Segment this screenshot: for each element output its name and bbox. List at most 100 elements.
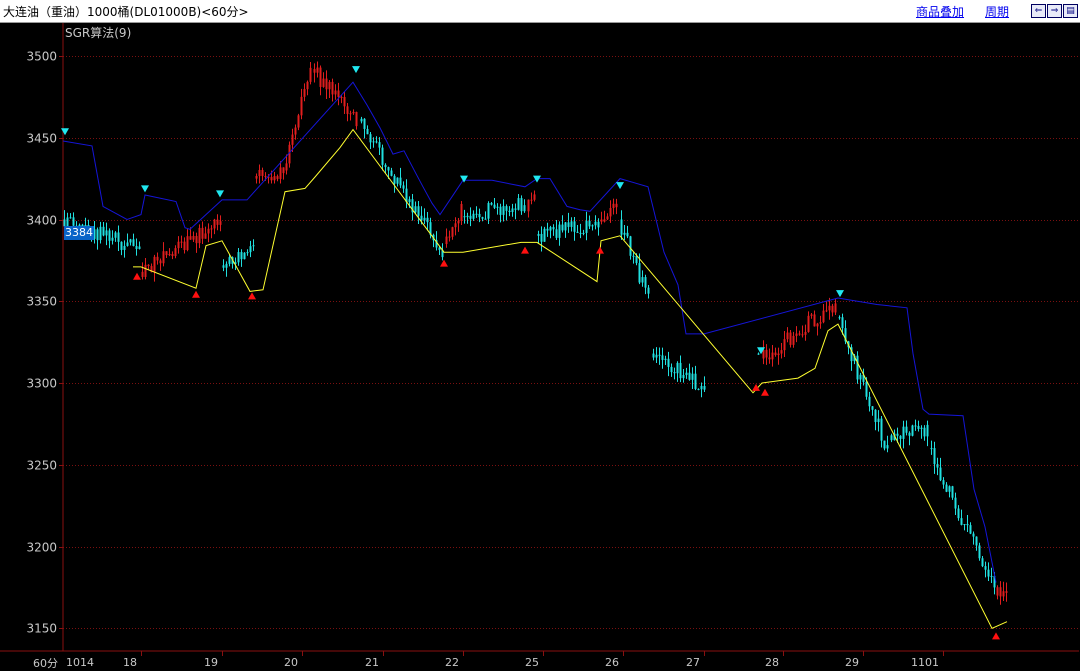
candle-body	[369, 134, 372, 143]
candle-body	[661, 355, 664, 360]
candle-body	[177, 241, 180, 249]
candle-body	[313, 69, 316, 73]
candle-body	[655, 354, 658, 358]
sgr-lines	[62, 81, 1008, 629]
candle-body	[564, 222, 567, 231]
candle-body	[883, 440, 886, 449]
candle-body	[276, 176, 279, 179]
buy-signal-marker	[440, 259, 448, 267]
price-chart[interactable]: 31503200325033003350340034503500 1014 18 1…	[0, 23, 1080, 671]
candle-body	[822, 310, 825, 323]
x-tick-label: 26	[605, 656, 619, 669]
layout-button[interactable]: ▤	[1063, 4, 1078, 18]
candle-body	[597, 221, 600, 228]
candle-body	[72, 217, 75, 226]
candle-body	[679, 362, 682, 379]
candle-body	[325, 78, 328, 90]
candle-body	[505, 206, 508, 211]
candle-body	[399, 177, 402, 186]
candle-body	[375, 141, 378, 143]
candle-body	[780, 350, 783, 354]
candle-body	[859, 374, 862, 380]
candle-body	[366, 128, 369, 135]
candle-body	[153, 256, 156, 273]
candle-body	[144, 264, 147, 277]
candle-body	[841, 317, 844, 329]
candle-body	[213, 219, 216, 229]
sell-signal-marker	[533, 175, 541, 183]
candle-body	[786, 332, 789, 340]
candle-body	[108, 230, 111, 241]
candle-body	[349, 113, 352, 115]
candle-body	[933, 448, 936, 465]
candle-body	[546, 228, 549, 231]
candle-body	[600, 219, 603, 222]
candle-body	[120, 241, 123, 250]
candle-body	[697, 388, 700, 390]
candle-body	[838, 317, 841, 319]
candle-body	[210, 228, 213, 230]
candle-body	[834, 303, 837, 313]
candle-body	[612, 203, 615, 209]
candle-body	[667, 358, 670, 367]
candle-body	[198, 227, 201, 244]
candle-body	[880, 418, 883, 441]
candle-body	[520, 198, 523, 212]
candle-body	[384, 164, 387, 168]
candle-body	[819, 322, 822, 324]
candle-body	[322, 78, 325, 87]
candle-body	[954, 497, 957, 509]
candle-body	[129, 239, 132, 243]
candle-body	[372, 141, 375, 143]
candle-body	[135, 246, 138, 249]
candle-body	[588, 220, 591, 227]
y-tick-label: 3250	[26, 459, 57, 473]
candle-body	[102, 226, 105, 236]
x-tick-label: 20	[284, 656, 298, 669]
candle-body	[676, 362, 679, 374]
x-tick-label: 27	[686, 656, 700, 669]
buy-signal-marker	[192, 290, 200, 298]
candle-body	[417, 206, 420, 216]
candle-body	[291, 134, 294, 145]
overlay-link[interactable]: 商品叠加	[916, 3, 964, 20]
candle-body	[445, 236, 448, 245]
nav-left-button[interactable]: ⇐	[1031, 4, 1046, 18]
candle-body	[454, 223, 457, 228]
candle-body	[1002, 591, 1005, 597]
candle-body	[514, 208, 517, 210]
candle-body	[69, 217, 72, 219]
candle-body	[499, 206, 502, 215]
candle-body	[771, 352, 774, 360]
candle-body	[911, 425, 914, 436]
candle-body	[180, 241, 183, 243]
candle-body	[481, 217, 484, 219]
candle-body	[533, 194, 536, 200]
candle-body	[414, 206, 417, 213]
candle-body	[530, 199, 533, 201]
candle-body	[138, 246, 141, 249]
y-axis: 3150 3200 3250 3300 3350 3400 3450 3500	[26, 23, 64, 651]
x-tick-label: 1014	[66, 656, 94, 669]
cycle-link[interactable]: 周期	[985, 3, 1009, 20]
candle-body	[813, 314, 816, 327]
y-tick-label: 3150	[26, 622, 57, 636]
candle-body	[490, 203, 493, 205]
candle-body	[573, 221, 576, 232]
candle-body	[975, 536, 978, 546]
candle-body	[594, 221, 597, 226]
candle-body	[303, 89, 306, 97]
candle-body	[478, 213, 481, 218]
candle-body	[451, 227, 454, 237]
candle-body	[632, 255, 635, 257]
nav-right-button[interactable]: ⇒	[1047, 4, 1062, 18]
candle-body	[264, 175, 267, 177]
candle-body	[807, 315, 810, 332]
sell-signal-marker	[216, 190, 224, 198]
candle-body	[945, 484, 948, 492]
candle-body	[930, 448, 933, 450]
candle-body	[219, 221, 222, 225]
sell-signal-marker	[352, 66, 360, 74]
candle-body	[1005, 591, 1008, 593]
candle-body	[691, 373, 694, 380]
